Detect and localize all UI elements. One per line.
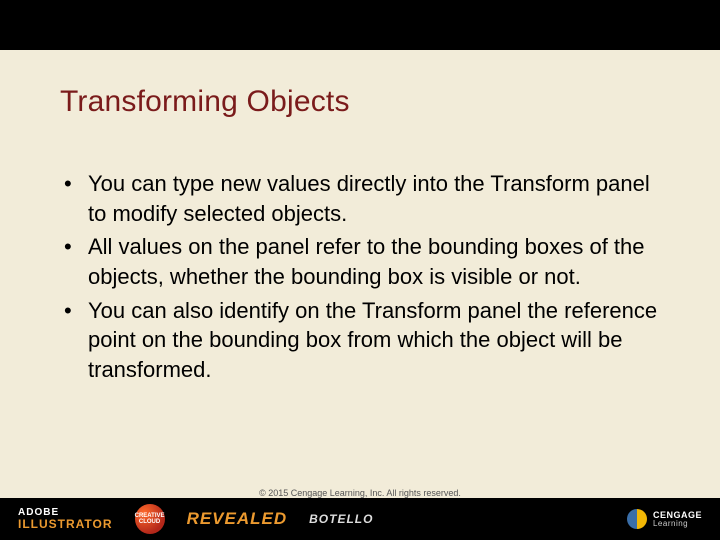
cengage-icon (627, 509, 647, 529)
cengage-line2: Learning (653, 520, 702, 528)
bullet-list: You can type new values directly into th… (60, 169, 670, 385)
author-label: BOTELLO (309, 512, 373, 526)
creative-cloud-icon: CREATIVE CLOUD (135, 504, 165, 534)
cengage-brand: CENGAGE Learning (627, 509, 702, 529)
revealed-label: REVEALED (187, 509, 288, 529)
bullet-item: All values on the panel refer to the bou… (60, 232, 670, 291)
top-bar (0, 0, 720, 50)
footer-bar: ADOBE ILLUSTRATOR CREATIVE CLOUD REVEALE… (0, 498, 720, 540)
slide: Transforming Objects You can type new va… (0, 0, 720, 540)
bullet-item: You can also identify on the Transform p… (60, 296, 670, 385)
cc-line2: CLOUD (139, 519, 160, 525)
cengage-text: CENGAGE Learning (653, 511, 702, 528)
adobe-illustrator-brand: ADOBE ILLUSTRATOR (18, 508, 113, 530)
content-area: Transforming Objects You can type new va… (60, 85, 670, 389)
bullet-item: You can type new values directly into th… (60, 169, 670, 228)
slide-title: Transforming Objects (60, 85, 670, 119)
copyright-text: © 2015 Cengage Learning, Inc. All rights… (0, 488, 720, 498)
illustrator-label: ILLUSTRATOR (18, 518, 113, 530)
